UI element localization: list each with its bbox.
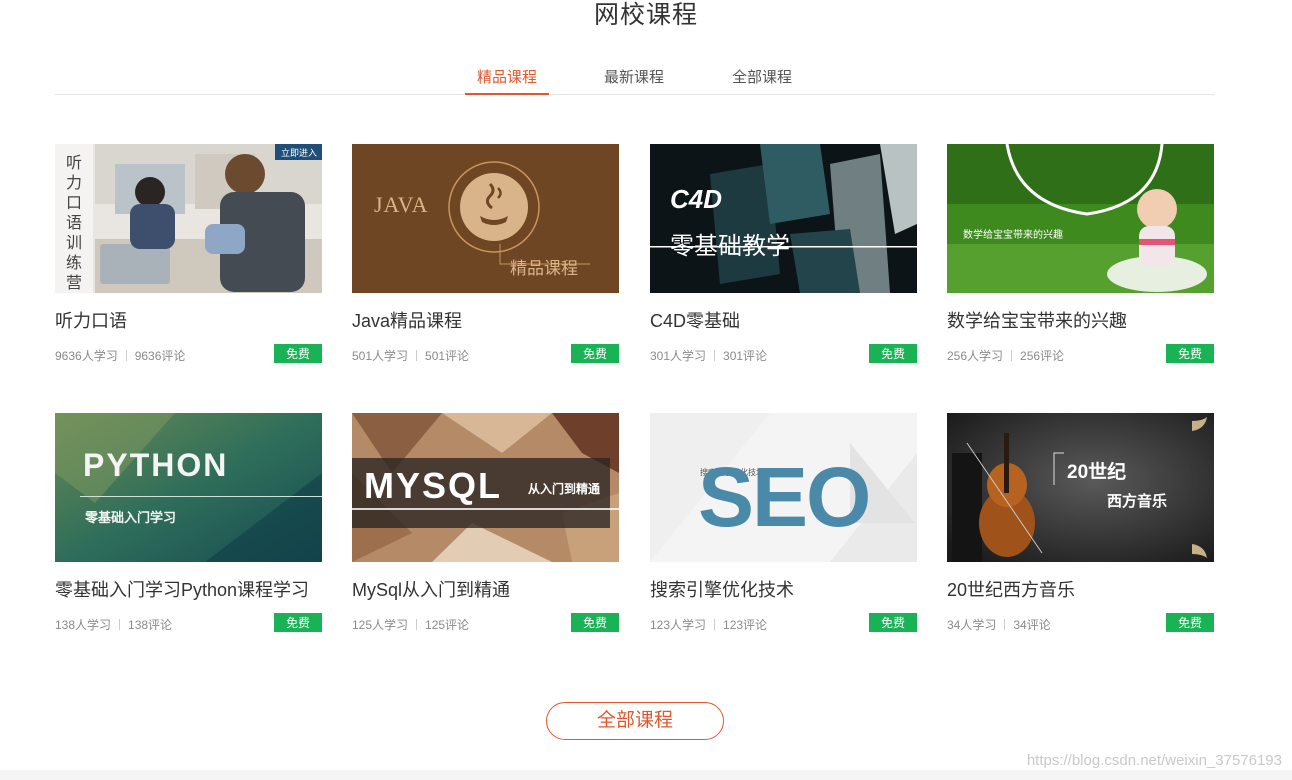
thumbnail-main-text: SEO — [698, 450, 871, 544]
thumbnail-image-java — [352, 144, 619, 293]
thumbnail-sub-text: 从入门到精通 — [528, 482, 601, 496]
student-count: 9636人学习 — [55, 349, 118, 363]
course-card[interactable]: 听力口语训练营 立即进入 听力口语 9636人学习 9636评论 免费 — [55, 144, 322, 369]
tab-featured[interactable]: 精品课程 — [465, 66, 549, 95]
free-badge: 免费 — [869, 613, 917, 632]
student-count: 301人学习 — [650, 349, 707, 363]
thumbnail-image-cello — [947, 413, 1214, 562]
student-count: 501人学习 — [352, 349, 409, 363]
thumbnail-image-python — [55, 413, 322, 562]
course-card[interactable]: 20世纪 西方音乐 20世纪西方音乐 34人学习 34评论 免费 — [947, 413, 1214, 638]
thumbnail-main-text: C4D — [670, 184, 723, 214]
free-badge: 免费 — [571, 344, 619, 363]
course-thumbnail[interactable]: PYTHON 零基础入门学习 — [55, 413, 322, 562]
course-stats: 125人学习 125评论 — [352, 616, 469, 633]
comment-count: 256评论 — [1020, 349, 1065, 363]
course-title[interactable]: 数学给宝宝带来的兴趣 — [947, 307, 1127, 333]
course-stats: 256人学习 256评论 — [947, 347, 1064, 364]
footer-strip — [0, 770, 1292, 780]
comment-count: 123评论 — [723, 618, 768, 632]
thumbnail-main-text: MYSQL — [364, 465, 503, 506]
course-thumbnail[interactable]: MYSQL 从入门到精通 — [352, 413, 619, 562]
thumbnail-image-classroom — [55, 144, 322, 293]
course-card[interactable]: PYTHON 零基础入门学习 零基础入门学习Python课程学习 138人学习 1… — [55, 413, 322, 638]
all-courses-button[interactable]: 全部课程 — [546, 702, 724, 740]
tab-all[interactable]: 全部课程 — [720, 66, 804, 93]
student-count: 256人学习 — [947, 349, 1004, 363]
thumbnail-main-text: 数学给宝宝带来的兴趣 — [963, 230, 1063, 241]
thumbnail-sub-text: 零基础教学 — [670, 233, 790, 260]
course-thumbnail[interactable]: 数学给宝宝带来的兴趣 — [947, 144, 1214, 293]
free-badge: 免费 — [571, 613, 619, 632]
student-count: 34人学习 — [947, 618, 997, 632]
thumbnail-enter-label[interactable]: 立即进入 — [281, 146, 317, 159]
comment-count: 301评论 — [723, 349, 768, 363]
course-title[interactable]: 零基础入门学习Python课程学习 — [55, 576, 309, 602]
course-thumbnail[interactable]: 听力口语训练营 立即进入 — [55, 144, 322, 293]
course-title[interactable]: 20世纪西方音乐 — [947, 576, 1075, 602]
course-tabs: 精品课程 最新课程 全部课程 — [55, 56, 1215, 95]
comment-count: 9636评论 — [134, 349, 186, 363]
thumbnail-sub-text: 零基础入门学习 — [85, 510, 177, 525]
thumbnail-main-text: JAVA — [374, 192, 429, 217]
thumbnail-sub-text: 精品课程 — [510, 259, 578, 278]
watermark: https://blog.csdn.net/weixin_37576193 — [1026, 752, 1282, 769]
free-badge: 免费 — [869, 344, 917, 363]
course-title[interactable]: Java精品课程 — [352, 307, 462, 333]
thumbnail-main-text: 20世纪 — [1067, 462, 1127, 483]
student-count: 125人学习 — [352, 618, 409, 632]
comment-count: 125评论 — [425, 618, 470, 632]
free-badge: 免费 — [274, 613, 322, 632]
course-thumbnail[interactable]: 20世纪 西方音乐 — [947, 413, 1214, 562]
course-card[interactable]: 数学给宝宝带来的兴趣 数学给宝宝带来的兴趣 256人学习 256评论 免费 — [947, 144, 1214, 369]
free-badge: 免费 — [1166, 344, 1214, 363]
course-card[interactable]: C4D 零基础教学 C4D零基础 301人学习 301评论 免费 — [650, 144, 917, 369]
course-card[interactable]: 搜索引擎优化技术 SEO 搜索引擎优化技术 123人学习 123评论 免费 — [650, 413, 917, 638]
comment-count: 34评论 — [1013, 618, 1051, 632]
thumbnail-sub-text: 西方音乐 — [1107, 493, 1168, 510]
thumbnail-image-c4d — [650, 144, 917, 293]
course-stats: 138人学习 138评论 — [55, 616, 172, 633]
page-title: 网校课程 — [593, 1, 698, 29]
thumbnail-vertical-text: 听力口语训练营 — [66, 155, 83, 292]
student-count: 138人学习 — [55, 618, 112, 632]
comment-count: 138评论 — [128, 618, 173, 632]
course-stats: 34人学习 34评论 — [947, 616, 1051, 633]
course-title[interactable]: MySql从入门到精通 — [352, 576, 510, 602]
course-title[interactable]: C4D零基础 — [650, 307, 740, 333]
course-thumbnail[interactable]: JAVA 精品课程 — [352, 144, 619, 293]
free-badge: 免费 — [1166, 613, 1214, 632]
free-badge: 免费 — [274, 344, 322, 363]
course-stats: 301人学习 301评论 — [650, 347, 767, 364]
comment-count: 501评论 — [425, 349, 470, 363]
course-card[interactable]: MYSQL 从入门到精通 MySql从入门到精通 125人学习 125评论 免费 — [352, 413, 619, 638]
course-thumbnail[interactable]: C4D 零基础教学 — [650, 144, 917, 293]
course-thumbnail[interactable]: 搜索引擎优化技术 SEO — [650, 413, 917, 562]
course-title[interactable]: 听力口语 — [55, 307, 127, 333]
course-stats: 501人学习 501评论 — [352, 347, 469, 364]
course-stats: 9636人学习 9636评论 — [55, 347, 185, 364]
thumbnail-image-baby-on-grass — [947, 144, 1214, 293]
student-count: 123人学习 — [650, 618, 707, 632]
course-stats: 123人学习 123评论 — [650, 616, 767, 633]
course-title[interactable]: 搜索引擎优化技术 — [650, 576, 794, 602]
tab-newest[interactable]: 最新课程 — [592, 66, 676, 93]
course-card[interactable]: JAVA 精品课程 Java精品课程 501人学习 501评论 免费 — [352, 144, 619, 369]
thumbnail-main-text: PYTHON — [83, 447, 229, 483]
